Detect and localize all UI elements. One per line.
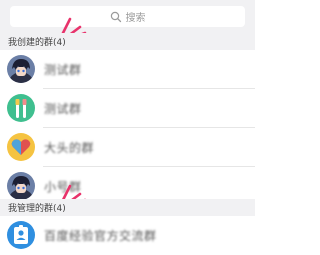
section-header-created: 我创建的群(4) xyxy=(0,33,255,50)
toothbrush-avatar xyxy=(7,94,35,122)
search-placeholder: 搜索 xyxy=(125,13,146,24)
section-title-managed: 我管理的群(4) xyxy=(8,204,66,214)
group-row[interactable]: 百度经验官方交流群 xyxy=(0,216,255,255)
heart-avatar xyxy=(7,133,35,161)
id-badge-avatar xyxy=(7,221,35,249)
anime-boy-avatar xyxy=(7,172,35,200)
search-bar[interactable]: 搜索 xyxy=(10,6,245,27)
group-name: 百度经验官方交流群 xyxy=(44,229,157,243)
group-row[interactable]: 大头的群 xyxy=(0,128,255,167)
group-row[interactable]: 测试群 xyxy=(0,50,255,89)
anime-boy-avatar xyxy=(7,55,35,83)
section-header-managed: 我管理的群(4) xyxy=(0,199,255,216)
search-icon xyxy=(110,11,121,22)
group-name: 测试群 xyxy=(44,102,82,116)
search-bar-container: 搜索 xyxy=(0,0,255,33)
group-name: 测试群 xyxy=(44,63,82,77)
group-name: 大头的群 xyxy=(44,141,95,155)
section-title-created: 我创建的群(4) xyxy=(8,38,66,48)
group-row[interactable]: 测试群 xyxy=(0,89,255,128)
